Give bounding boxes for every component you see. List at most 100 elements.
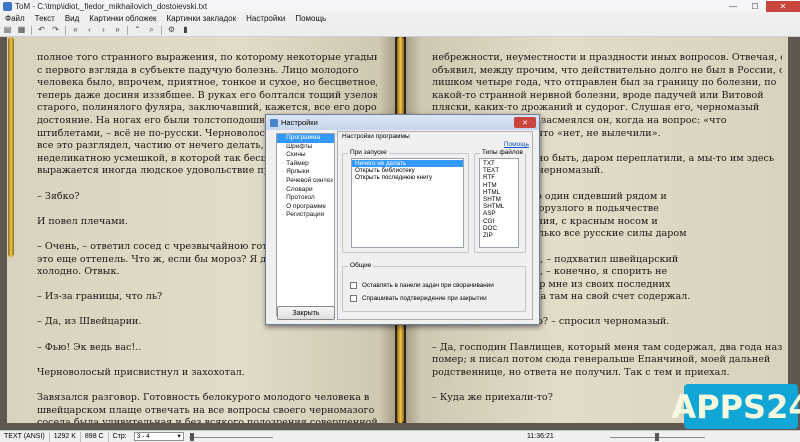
checkbox-box[interactable]: [350, 295, 357, 302]
help-link[interactable]: Помощь: [504, 141, 529, 148]
list-item[interactable]: ASP: [480, 210, 518, 217]
checkbox-box[interactable]: [350, 282, 357, 289]
settings-nav-list[interactable]: ПрограммаШрифтыСкиныТаймерЯрлыкиРечевой …: [276, 133, 335, 316]
text-line: Завязался разговор. Готовность белокурог…: [37, 392, 370, 404]
file-types-group-label: Типы файлов: [480, 149, 525, 156]
text-line: соседа была удивительная и без всякого п…: [37, 417, 377, 423]
menu-settings[interactable]: Настройки: [241, 14, 290, 23]
text-line: родственнице, но ответа не получил. Так …: [432, 366, 730, 378]
settings-dialog: Настройки ✕ ПрограммаШрифтыСкиныТаймерЯр…: [265, 114, 540, 325]
list-item[interactable]: Шрифты: [277, 143, 334, 152]
close-button[interactable]: ✕: [766, 0, 800, 12]
common-group: Общие Оставлять в панели задач при свора…: [342, 262, 526, 312]
text-line: помер; я писал потом сюда генеральше Епа…: [432, 354, 771, 366]
file-types-group: Типы файлов TXT TEXT RTF HTM HTML SHTM SHTML AS…: [474, 149, 526, 253]
page-selector[interactable]: 3 - 4 ▾: [133, 432, 184, 441]
list-item[interactable]: CGI: [480, 218, 518, 225]
list-item[interactable]: Протокол: [277, 194, 334, 203]
list-item[interactable]: Словари: [277, 186, 334, 195]
toolbar-separator: [127, 25, 128, 35]
minimize-button[interactable]: —: [722, 1, 744, 12]
list-item[interactable]: Открыть последнюю книгу: [352, 174, 463, 181]
list-item[interactable]: TXT: [480, 160, 518, 167]
list-item[interactable]: HTM: [480, 182, 518, 189]
book-icon[interactable]: ▦: [16, 25, 27, 35]
list-item[interactable]: RTF: [480, 174, 518, 181]
text-line: лишком четыре года, что отправлен был за…: [432, 77, 777, 89]
menu-bookmark-images[interactable]: Картинки закладок: [162, 14, 242, 23]
menu-file[interactable]: Файл: [0, 14, 30, 23]
encoding-status: TEXT (ANSI): [0, 431, 50, 442]
startup-group-label: При запуске: [348, 149, 389, 156]
close-dialog-button[interactable]: Закрыть: [277, 306, 335, 320]
list-item[interactable]: HTML: [480, 189, 518, 196]
dialog-title: Настройки: [281, 118, 318, 127]
next-icon[interactable]: ›: [98, 25, 109, 35]
confirm-exit-checkbox[interactable]: Спрашивать подтверждение при закрытии: [350, 295, 487, 302]
previous-icon[interactable]: ‹: [84, 25, 95, 35]
open-icon[interactable]: ▤: [2, 25, 13, 35]
common-group-label: Общие: [348, 262, 374, 269]
startup-options-list[interactable]: Ничего не делать Открыть библиотеку Открыт…: [351, 158, 464, 248]
text-line: теперь даже досиня иззябшее. В руках его…: [37, 89, 377, 101]
text-line: [432, 329, 782, 342]
dialog-body: ПрограммаШрифтыСкиныТаймерЯрлыкиРечевой …: [266, 130, 539, 324]
slider-thumb[interactable]: [189, 432, 194, 441]
text-line: Черноволосый присвистнул и захохотал.: [37, 366, 245, 378]
list-item[interactable]: SHTM: [480, 196, 518, 203]
app-icon: [3, 1, 12, 11]
list-item[interactable]: Программа: [277, 134, 334, 143]
list-item[interactable]: Регистрация: [277, 211, 334, 220]
checkbox-label: Оставлять в панели задач при сворачивани…: [362, 282, 494, 289]
position-slider[interactable]: [188, 432, 273, 442]
menu-help[interactable]: Помощь: [290, 14, 331, 23]
program-settings-panel: Настройки программы Помощь При запуске Н…: [337, 131, 533, 320]
text-line: какой-то странной нервной болезни, вроде…: [432, 89, 764, 101]
status-bar: TEXT (ANSI) 1292 K 898 C Стр: 3 - 4 ▾ 11…: [0, 430, 800, 442]
maximize-button[interactable]: ☐: [744, 1, 766, 12]
search-icon[interactable]: ⌕: [146, 25, 157, 35]
dialog-close-button[interactable]: ✕: [514, 117, 536, 128]
checkbox-label: Спрашивать подтверждение при закрытии: [362, 295, 487, 302]
window-title: ToM - C:\tmp\idiot,_fiedor_mikhailovich_…: [15, 1, 208, 11]
list-item[interactable]: TEXT: [480, 167, 518, 174]
title-bar: ToM - C:\tmp\idiot,_fiedor_mikhailovich_…: [0, 0, 800, 12]
text-line: небрежности, неуместности и праздности и…: [432, 52, 782, 63]
last-icon[interactable]: »: [112, 25, 123, 35]
settings-icon[interactable]: ⚙: [166, 25, 177, 35]
file-size-status: 1292 K: [50, 431, 81, 442]
dialog-title-bar[interactable]: Настройки ✕: [266, 115, 539, 130]
first-icon[interactable]: «: [70, 25, 81, 35]
up-icon[interactable]: ⌃: [132, 25, 143, 35]
forward-icon[interactable]: ↷: [50, 25, 61, 35]
back-icon[interactable]: ↶: [36, 25, 47, 35]
menu-view[interactable]: Вид: [60, 14, 84, 23]
list-item[interactable]: DOC: [480, 225, 518, 232]
list-item[interactable]: Таймер: [277, 160, 334, 169]
clock-status: 11:36:21: [527, 433, 554, 440]
list-item[interactable]: Открыть библиотеку: [352, 167, 463, 174]
char-count-status: 898 C: [81, 431, 109, 442]
minimize-to-taskbar-checkbox[interactable]: Оставлять в панели задач при сворачивани…: [350, 282, 494, 289]
page-ring-decoration: [8, 37, 14, 257]
menu-cover-images[interactable]: Картинки обложек: [84, 14, 161, 23]
bookmark-icon[interactable]: ▮: [180, 25, 191, 35]
list-item[interactable]: О программе: [277, 203, 334, 212]
text-line: объявил, между прочим, что действительно…: [432, 64, 782, 76]
toolbar-separator: [31, 25, 32, 35]
toolbar-separator: [65, 25, 66, 35]
file-types-list[interactable]: TXT TEXT RTF HTM HTML SHTM SHTML ASP CGI DOC ZIP: [479, 158, 519, 248]
list-item[interactable]: Речевой синтез: [277, 177, 334, 186]
list-item[interactable]: SHTML: [480, 203, 518, 210]
toolbar: ▤ ▦ ↶ ↷ « ‹ › » ⌃ ⌕ ⚙ ▮: [0, 24, 800, 37]
toolbar-separator: [161, 25, 162, 35]
startup-group: При запуске Ничего не делать Открыть библ…: [342, 149, 469, 253]
watermark-text: APPS24: [671, 387, 800, 426]
menu-text[interactable]: Текст: [30, 14, 60, 23]
menu-bar: Файл Текст Вид Картинки обложек Картинки…: [0, 12, 800, 24]
slider-thumb[interactable]: [655, 433, 659, 441]
list-item[interactable]: Скины: [277, 151, 334, 160]
list-item[interactable]: ZIP: [480, 232, 518, 239]
list-item[interactable]: Ярлыки: [277, 168, 334, 177]
zoom-slider[interactable]: [610, 432, 705, 442]
